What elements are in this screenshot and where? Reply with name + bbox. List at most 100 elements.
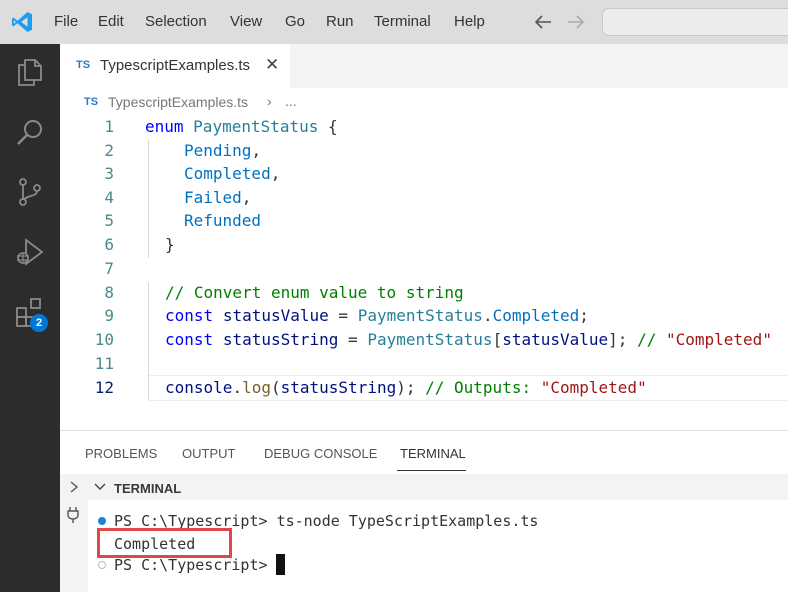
code-token: .	[232, 378, 243, 397]
extensions-badge: 2	[30, 314, 48, 332]
code-token: Completed	[492, 306, 580, 325]
tab-debug-console[interactable]: DEBUG CONSOLE	[264, 446, 377, 461]
code-token: [	[492, 330, 503, 349]
panel-sidebar	[60, 474, 88, 592]
terminal-prompt-current: PS C:\Typescript>	[114, 556, 268, 574]
line-number: 10	[94, 330, 114, 349]
line-number: 5	[104, 211, 114, 230]
line-number-current: 12	[94, 378, 114, 397]
source-control-icon[interactable]	[14, 176, 46, 208]
tab-terminal[interactable]: TERMINAL	[400, 446, 466, 461]
command-center-search[interactable]	[602, 8, 788, 36]
menu-edit[interactable]: Edit	[98, 13, 124, 30]
terminal-section-title: TERMINAL	[114, 481, 182, 496]
code-token: ];	[608, 330, 628, 349]
code-line-4[interactable]: Failed,	[184, 188, 251, 207]
breadcrumb-more[interactable]: ...	[285, 93, 297, 109]
line-number: 9	[104, 306, 114, 325]
command-decoration-icon[interactable]	[98, 561, 106, 569]
menu-terminal[interactable]: Terminal	[374, 13, 431, 30]
arrow-right-icon[interactable]	[567, 14, 585, 30]
breadcrumb-file[interactable]: TypescriptExamples.ts	[108, 94, 248, 110]
code-token: console	[165, 378, 233, 397]
code-token: (	[270, 378, 281, 397]
breadcrumb-typescript-icon: TS	[84, 96, 99, 108]
chevron-right-icon[interactable]	[68, 480, 80, 494]
code-token: PaymentStatus	[193, 117, 319, 136]
code-comment: //	[637, 330, 657, 349]
editor-tab-typescriptexamples[interactable]: TS TypescriptExamples.ts ✕	[60, 44, 290, 88]
line-number: 8	[104, 283, 114, 302]
code-token: ,	[251, 141, 262, 160]
code-token: Completed	[184, 164, 271, 183]
code-token: statusString	[280, 378, 397, 397]
command-success-decoration-icon[interactable]	[98, 517, 106, 525]
code-token: );	[396, 378, 416, 397]
code-token: =	[338, 306, 349, 325]
code-string: "Completed"	[665, 330, 772, 349]
code-token: statusValue	[222, 306, 329, 325]
code-token: ,	[270, 164, 281, 183]
explorer-files-icon[interactable]	[14, 56, 46, 88]
menu-help[interactable]: Help	[454, 13, 485, 30]
code-line-10[interactable]: const statusString = PaymentStatus[statu…	[165, 330, 772, 349]
line-number: 7	[104, 259, 114, 278]
code-token: }	[165, 235, 175, 254]
menu-file[interactable]: File	[54, 13, 78, 30]
tab-output[interactable]: OUTPUT	[182, 446, 235, 461]
search-icon[interactable]	[14, 116, 46, 148]
line-number: 1	[104, 117, 114, 136]
menu-view[interactable]: View	[230, 13, 262, 30]
code-token: .	[482, 306, 493, 325]
code-line-1[interactable]: enum PaymentStatus {	[145, 117, 338, 136]
code-token: ;	[579, 306, 589, 325]
arrow-left-icon[interactable]	[534, 14, 552, 30]
tab-problems[interactable]: PROBLEMS	[85, 446, 157, 461]
code-line-9[interactable]: const statusValue = PaymentStatus.Comple…	[165, 306, 589, 325]
code-line-2[interactable]: Pending,	[184, 141, 261, 160]
title-bar: File Edit Selection View Go Run Terminal…	[0, 0, 788, 44]
code-token: const	[165, 306, 214, 325]
code-line-6[interactable]: }	[165, 235, 175, 254]
terminal-command: ts-node TypeScriptExamples.ts	[276, 512, 539, 530]
line-number: 2	[104, 141, 114, 160]
code-token: Failed	[184, 188, 242, 207]
run-debug-icon[interactable]	[14, 236, 46, 268]
code-line-12[interactable]: console.log(statusString); // Outputs: "…	[165, 378, 647, 397]
indent-guide	[148, 282, 149, 400]
code-line-5[interactable]: Refunded	[184, 211, 261, 230]
plug-icon[interactable]	[66, 506, 80, 524]
code-line-8[interactable]: // Convert enum value to string	[165, 283, 464, 302]
terminal-section-header[interactable]: TERMINAL	[88, 474, 788, 500]
code-token: ,	[241, 188, 252, 207]
line-number: 3	[104, 164, 114, 183]
menu-go[interactable]: Go	[285, 13, 305, 30]
code-token: const	[165, 330, 214, 349]
line-number: 4	[104, 188, 114, 207]
menu-selection[interactable]: Selection	[145, 13, 207, 30]
code-token: Pending	[184, 141, 252, 160]
code-token: Refunded	[184, 211, 262, 230]
panel-divider	[60, 430, 788, 431]
terminal-cursor	[276, 554, 285, 575]
menu-run[interactable]: Run	[326, 13, 354, 30]
code-line-3[interactable]: Completed,	[184, 164, 280, 183]
breadcrumb-separator-icon: ›	[267, 93, 272, 109]
line-number: 11	[94, 354, 114, 373]
code-token: log	[242, 378, 271, 397]
code-token: PaymentStatus	[367, 330, 493, 349]
code-comment: // Convert enum value to string	[165, 283, 464, 302]
code-token: =	[348, 330, 358, 349]
indent-guide	[148, 140, 149, 258]
code-token: statusValue	[502, 330, 609, 349]
code-comment: // Outputs:	[425, 378, 532, 397]
close-icon[interactable]: ✕	[265, 55, 279, 75]
code-token: enum	[145, 117, 184, 136]
active-tab-indicator	[397, 470, 466, 471]
typescript-file-icon: TS	[76, 59, 91, 71]
chevron-down-icon[interactable]	[94, 482, 106, 492]
code-token: {	[328, 117, 338, 136]
vscode-logo-icon[interactable]	[10, 10, 34, 34]
code-token: statusString	[222, 330, 339, 349]
annotation-highlight-box	[97, 528, 232, 558]
